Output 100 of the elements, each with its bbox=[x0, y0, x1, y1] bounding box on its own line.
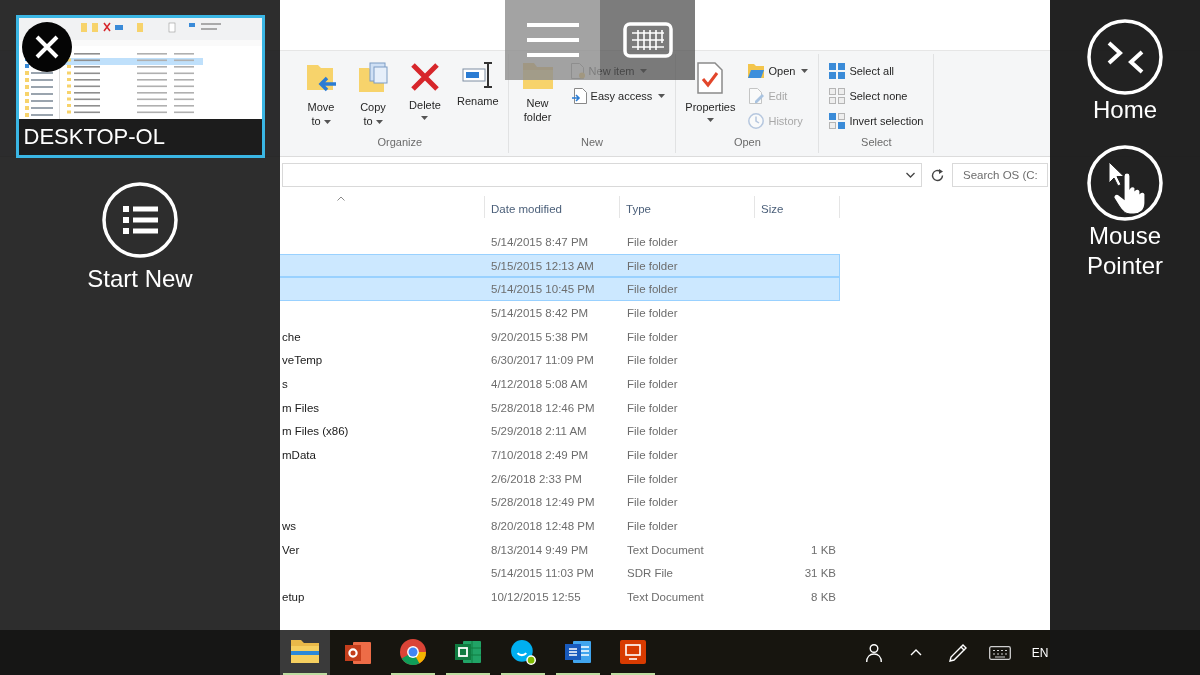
presentation-app-icon bbox=[344, 640, 371, 665]
file-type: File folder bbox=[627, 472, 678, 485]
file-row[interactable]: 5/14/2015 11:03 PM SDR File 31 KB bbox=[280, 561, 840, 586]
session-name: DESKTOP-OL bbox=[18, 119, 262, 155]
group-label: New bbox=[579, 135, 604, 150]
clock-icon bbox=[748, 112, 765, 129]
ribbon-button[interactable]: Properties bbox=[683, 58, 738, 124]
chat-app-icon bbox=[509, 638, 536, 665]
file-size: 8 KB bbox=[811, 591, 836, 604]
close-icon bbox=[34, 35, 59, 59]
file-row[interactable]: veTemp 6/30/2017 11:09 PM File folder bbox=[280, 348, 840, 373]
file-type: File folder bbox=[627, 330, 678, 343]
column-header[interactable]: Date modified bbox=[485, 196, 620, 218]
date-modified: 5/28/2018 12:46 PM bbox=[491, 401, 595, 414]
file-row[interactable]: m Files 5/28/2018 12:46 PM File folder bbox=[280, 395, 840, 420]
file-row[interactable]: 5/15/2015 12:13 AM File folder bbox=[280, 253, 840, 278]
column-header[interactable]: Size bbox=[755, 196, 840, 218]
ribbon-button[interactable]: Copy to bbox=[351, 58, 395, 128]
file-type: File folder bbox=[627, 283, 678, 296]
date-modified: 2/6/2018 2:33 PM bbox=[491, 472, 582, 485]
date-modified: 5/14/2015 8:42 PM bbox=[491, 306, 589, 319]
file-size: 1 KB bbox=[811, 543, 836, 556]
language-indicator[interactable]: EN bbox=[1031, 645, 1049, 660]
file-row[interactable]: 5/28/2018 12:49 PM File folder bbox=[280, 490, 840, 515]
file-row[interactable]: m Files (x86) 5/29/2018 2:11 AM File folder bbox=[280, 419, 840, 444]
keyboard-icon bbox=[622, 22, 673, 58]
date-modified: 5/14/2015 10:45 PM bbox=[491, 283, 595, 296]
file-name: ws bbox=[282, 520, 297, 533]
file-name: m Files (x86) bbox=[282, 425, 349, 438]
file-name: che bbox=[282, 330, 301, 343]
file-type: File folder bbox=[627, 449, 678, 462]
browser-icon bbox=[399, 638, 426, 665]
file-row[interactable]: etup 10/12/2015 12:55 Text Document 8 KB bbox=[280, 585, 840, 609]
group-label: Select bbox=[860, 135, 893, 150]
ribbon-button[interactable]: Select all bbox=[826, 58, 927, 83]
file-type: File folder bbox=[627, 520, 678, 533]
menu-icon bbox=[526, 23, 579, 57]
date-modified: 5/14/2015 8:47 PM bbox=[491, 235, 589, 248]
file-row[interactable]: 2/6/2018 2:33 PM File folder bbox=[280, 466, 840, 491]
file-row[interactable]: 5/14/2015 8:47 PM File folder bbox=[280, 230, 840, 254]
file-type: File folder bbox=[627, 259, 678, 272]
document-app-icon bbox=[564, 639, 591, 664]
refresh-icon[interactable] bbox=[930, 168, 944, 182]
file-name: mData bbox=[282, 449, 316, 462]
ribbon-button[interactable]: Open bbox=[745, 58, 812, 83]
ribbon-button[interactable]: Invert selection bbox=[826, 108, 927, 133]
keyboard-icon[interactable] bbox=[989, 645, 1011, 660]
file-name: veTemp bbox=[282, 354, 323, 367]
grid-icon bbox=[829, 112, 846, 129]
page-arrow-icon bbox=[570, 87, 587, 104]
file-row[interactable]: 5/14/2015 10:45 PM File folder bbox=[280, 277, 840, 302]
search-field[interactable]: Search OS (C: bbox=[952, 163, 1048, 187]
file-type: Text Document bbox=[627, 591, 704, 604]
ribbon-button[interactable]: Delete bbox=[403, 58, 447, 122]
grid-icon bbox=[829, 87, 846, 104]
file-type: Text Document bbox=[627, 543, 704, 556]
file-name: etup bbox=[282, 591, 305, 604]
file-type: File folder bbox=[627, 377, 678, 390]
date-modified: 8/20/2018 12:48 PM bbox=[491, 520, 595, 533]
grid-icon bbox=[829, 62, 846, 79]
person-icon[interactable] bbox=[866, 643, 882, 662]
group-label: Open bbox=[732, 135, 762, 150]
ribbon-button[interactable]: Easy access bbox=[567, 83, 669, 108]
file-row[interactable]: mData 7/10/2018 2:49 PM File folder bbox=[280, 443, 840, 467]
file-type: File folder bbox=[627, 354, 678, 367]
taskbar-button[interactable] bbox=[280, 630, 330, 675]
home-button[interactable]: Home bbox=[1087, 19, 1163, 125]
chevron-up-icon[interactable] bbox=[910, 649, 922, 656]
date-modified: 10/12/2015 12:55 bbox=[491, 591, 581, 604]
page-check-icon bbox=[697, 62, 724, 94]
date-modified: 7/10/2018 2:49 PM bbox=[491, 449, 589, 462]
ribbon-button[interactable]: Rename bbox=[455, 58, 501, 108]
folder-arrow-icon bbox=[305, 62, 337, 94]
start-new-button[interactable]: Start New bbox=[87, 182, 193, 294]
column-header[interactable]: Type bbox=[620, 196, 755, 218]
file-name: s bbox=[282, 377, 288, 390]
chevron-down-icon[interactable] bbox=[906, 172, 915, 178]
file-row[interactable]: Ver 8/13/2014 9:49 PM Text Document 1 KB bbox=[280, 537, 840, 562]
date-modified: 4/12/2018 5:08 AM bbox=[491, 377, 588, 390]
ribbon-button[interactable]: Select none bbox=[826, 83, 927, 108]
file-row[interactable]: s 4/12/2018 5:08 AM File folder bbox=[280, 372, 840, 396]
date-modified: 9/20/2015 5:38 PM bbox=[491, 330, 589, 343]
file-row[interactable]: ws 8/20/2018 12:48 PM File folder bbox=[280, 514, 840, 538]
ribbon-button[interactable]: Move to bbox=[299, 58, 343, 128]
spreadsheet-app-icon bbox=[454, 639, 481, 664]
file-type: File folder bbox=[627, 401, 678, 414]
file-name: m Files bbox=[282, 401, 320, 414]
pen-icon[interactable] bbox=[949, 643, 967, 662]
mouse-pointer-button[interactable]: Mouse Pointer bbox=[1065, 145, 1185, 281]
session-card[interactable]: DESKTOP-OL bbox=[15, 15, 265, 158]
date-modified: 5/28/2018 12:49 PM bbox=[491, 496, 595, 509]
page-pencil-icon bbox=[748, 87, 765, 104]
file-row[interactable]: che 9/20/2015 5:38 PM File folder bbox=[280, 324, 840, 349]
date-modified: 8/13/2014 9:49 PM bbox=[491, 543, 589, 556]
file-row[interactable]: 5/14/2015 8:42 PM File folder bbox=[280, 301, 840, 325]
file-type: File folder bbox=[627, 425, 678, 438]
delete-icon bbox=[410, 62, 440, 92]
screen-app-icon bbox=[619, 639, 646, 664]
text-field-cursor-icon bbox=[461, 62, 494, 88]
file-type: File folder bbox=[627, 235, 678, 248]
